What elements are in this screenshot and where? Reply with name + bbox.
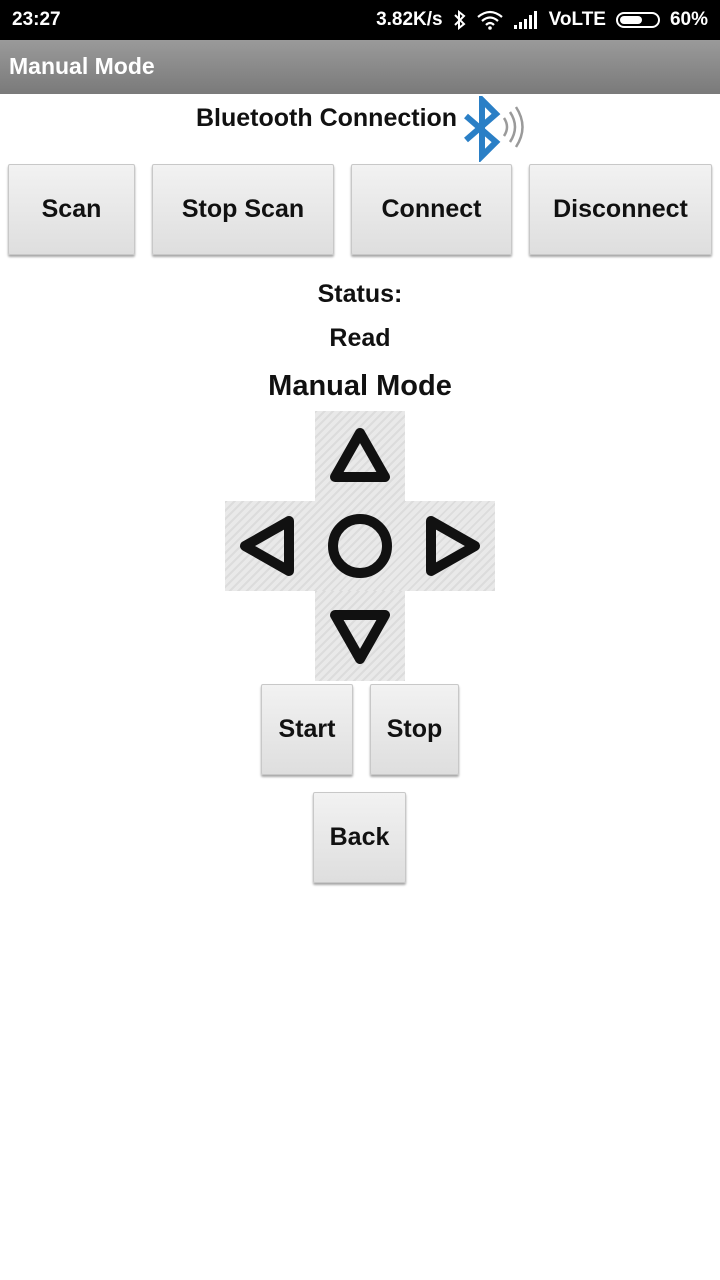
right-arrow-icon	[405, 501, 495, 591]
scan-button[interactable]: Scan	[8, 164, 135, 255]
right-button[interactable]	[405, 501, 495, 591]
start-button-label: Start	[278, 715, 336, 743]
down-button[interactable]	[315, 591, 405, 681]
bluetooth-connection-title: Bluetooth Connection	[196, 104, 458, 132]
stop-scan-button-label: Stop Scan	[181, 195, 305, 223]
wifi-icon	[476, 10, 503, 30]
battery-percent: 60%	[669, 9, 708, 30]
scan-button-label: Scan	[41, 195, 102, 223]
manual-mode-heading: Manual Mode	[268, 370, 452, 402]
disconnect-button-label: Disconnect	[553, 195, 688, 223]
net-speed: 3.82K/s	[376, 9, 443, 30]
bluetooth-status-icon	[453, 10, 467, 30]
up-button[interactable]	[315, 411, 405, 501]
back-button-label: Back	[329, 823, 390, 851]
signal-icon	[513, 10, 539, 30]
status-bar: 23:27 3.82K/s VoLTE 60%	[0, 0, 720, 40]
page-title: Manual Mode	[9, 53, 155, 79]
battery-icon	[615, 12, 660, 28]
stop-scan-button[interactable]: Stop Scan	[152, 164, 334, 255]
left-arrow-icon	[225, 501, 315, 591]
disconnect-button[interactable]: Disconnect	[529, 164, 712, 255]
bluetooth-heading: Bluetooth Connection	[0, 92, 720, 164]
left-button[interactable]	[225, 501, 315, 591]
bluetooth-icon	[460, 92, 530, 167]
network-type: VoLTE	[548, 9, 606, 30]
up-arrow-icon	[315, 411, 405, 501]
start-button[interactable]: Start	[261, 684, 353, 775]
title-bar: Manual Mode	[0, 40, 720, 94]
circle-icon	[315, 501, 405, 591]
status-time: 23:27	[12, 9, 61, 30]
back-button[interactable]: Back	[313, 792, 406, 883]
connect-button-label: Connect	[381, 195, 482, 223]
down-arrow-icon	[315, 591, 405, 681]
connect-button[interactable]: Connect	[351, 164, 512, 255]
stop-button[interactable]: Stop	[370, 684, 459, 775]
status-value: Read	[329, 324, 391, 352]
status-right: 3.82K/s VoLTE 60%	[376, 9, 708, 31]
center-button[interactable]	[315, 501, 405, 591]
stop-button-label: Stop	[386, 715, 443, 743]
status-label: Status:	[317, 280, 403, 308]
